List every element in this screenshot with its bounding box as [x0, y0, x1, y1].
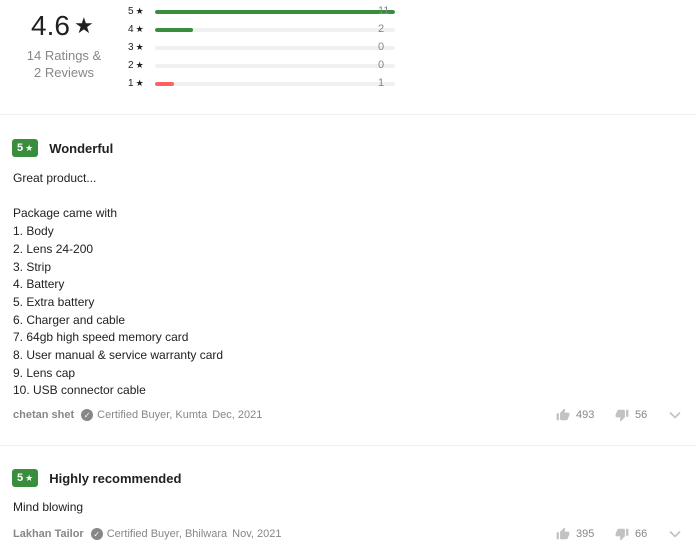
rating-bar-stars: 1 — [128, 78, 134, 89]
thumbs-down-icon — [615, 528, 629, 541]
dislike-button[interactable]: 66 — [615, 527, 647, 541]
rating-bar-row: 4 ★ 2 — [128, 22, 408, 40]
star-icon: ★ — [135, 42, 144, 52]
rating-bar-stars: 3 — [128, 42, 134, 53]
rating-bar-track — [155, 10, 395, 14]
review-card: 5 ★ Wonderful Great product... Package ca… — [0, 139, 697, 446]
dislike-count: 56 — [635, 409, 648, 421]
rating-bar-fill — [155, 10, 395, 14]
review-date: Dec, 2021 — [212, 409, 263, 421]
rating-bar-track — [155, 28, 395, 32]
chevron-down-icon — [669, 411, 681, 419]
dislike-count: 66 — [635, 528, 648, 540]
certified-check-icon: ✓ — [81, 409, 94, 421]
like-count: 493 — [576, 409, 595, 421]
review-menu-toggle[interactable] — [669, 527, 681, 541]
rating-bar-stars: 4 — [128, 24, 134, 35]
rating-badge: 5 ★ — [12, 469, 39, 487]
rating-bar-fill — [155, 28, 194, 32]
star-icon: ★ — [73, 13, 94, 38]
like-count: 395 — [576, 528, 595, 540]
like-button[interactable]: 395 — [556, 527, 594, 541]
dislike-button[interactable]: 56 — [615, 408, 647, 422]
rating-badge: 5 ★ — [12, 139, 39, 157]
rating-bar-count: 2 — [378, 23, 385, 35]
rating-bar-row: 1 ★ 1 — [128, 76, 408, 94]
review-title: Highly recommended — [49, 470, 182, 486]
rating-summary: 4.6 ★ 14 Ratings & 2 Reviews 5 ★ 11 4 ★ 2 … — [0, 0, 697, 115]
reviewer-name: chetan shet — [13, 409, 75, 421]
certified-buyer-text: Certified Buyer, Kumta — [97, 409, 208, 421]
star-icon: ★ — [135, 78, 144, 88]
review-card: 5 ★ Highly recommended Mind blowing Lakha… — [0, 469, 697, 544]
review-menu-toggle[interactable] — [669, 408, 681, 422]
rating-bar-row: 2 ★ 0 — [128, 58, 408, 76]
rating-bar-fill — [155, 82, 175, 86]
review-header: 5 ★ Highly recommended — [12, 469, 181, 487]
review-meta: chetan shet ✓ Certified Buyer, Kumta Dec… — [13, 408, 262, 422]
rating-counts: 14 Ratings & 2 Reviews — [0, 47, 128, 81]
ratings-count-text: 14 Ratings & — [26, 48, 102, 63]
rating-bar-track — [155, 82, 395, 86]
rating-bar-label: 1 ★ — [128, 78, 148, 89]
rating-bar-label: 5 ★ — [128, 6, 148, 17]
star-icon: ★ — [135, 60, 144, 70]
review-title: Wonderful — [49, 140, 114, 156]
reviews-count-text: 2 Reviews — [34, 65, 94, 80]
average-rating-value: 4.6 — [31, 10, 70, 41]
rating-badge-value: 5 — [17, 142, 24, 154]
star-icon: ★ — [135, 24, 144, 34]
rating-bar-track — [155, 64, 395, 68]
rating-bar-row: 3 ★ 0 — [128, 40, 408, 58]
review-header: 5 ★ Wonderful — [12, 139, 113, 157]
review-text: Mind blowing — [13, 500, 84, 514]
rating-bar-count: 11 — [378, 5, 390, 17]
certified-buyer-text: Certified Buyer, Bhilwara — [106, 528, 228, 540]
rating-bar-count: 1 — [378, 77, 385, 89]
rating-bar-label: 4 ★ — [128, 24, 148, 35]
star-icon: ★ — [135, 6, 144, 16]
review-meta: Lakhan Tailor ✓ Certified Buyer, Bhilwar… — [13, 527, 281, 541]
rating-bar-label: 3 ★ — [128, 42, 148, 53]
rating-breakdown: 5 ★ 11 4 ★ 2 3 ★ 0 2 ★ 0 1 ★ 1 — [128, 4, 408, 94]
rating-bar-track — [155, 46, 395, 50]
star-icon: ★ — [25, 472, 34, 483]
star-icon: ★ — [25, 142, 34, 153]
rating-bar-stars: 2 — [128, 60, 134, 71]
thumbs-down-icon — [615, 409, 629, 422]
rating-bar-count: 0 — [378, 59, 385, 71]
chevron-down-icon — [669, 530, 681, 538]
thumbs-up-icon — [556, 408, 570, 421]
thumbs-up-icon — [556, 527, 570, 540]
rating-bar-label: 2 ★ — [128, 60, 148, 71]
review-date: Nov, 2021 — [232, 528, 282, 540]
rating-bar-count: 0 — [378, 41, 385, 53]
average-rating: 4.6 ★ — [31, 6, 94, 46]
rating-bar-row: 5 ★ 11 — [128, 4, 408, 22]
rating-bar-stars: 5 — [128, 6, 134, 17]
rating-badge-value: 5 — [17, 472, 24, 484]
review-text: Great product... Package came with 1. Bo… — [13, 171, 224, 398]
like-button[interactable]: 493 — [556, 408, 594, 422]
reviewer-name: Lakhan Tailor — [13, 528, 84, 540]
certified-check-icon: ✓ — [90, 528, 103, 540]
